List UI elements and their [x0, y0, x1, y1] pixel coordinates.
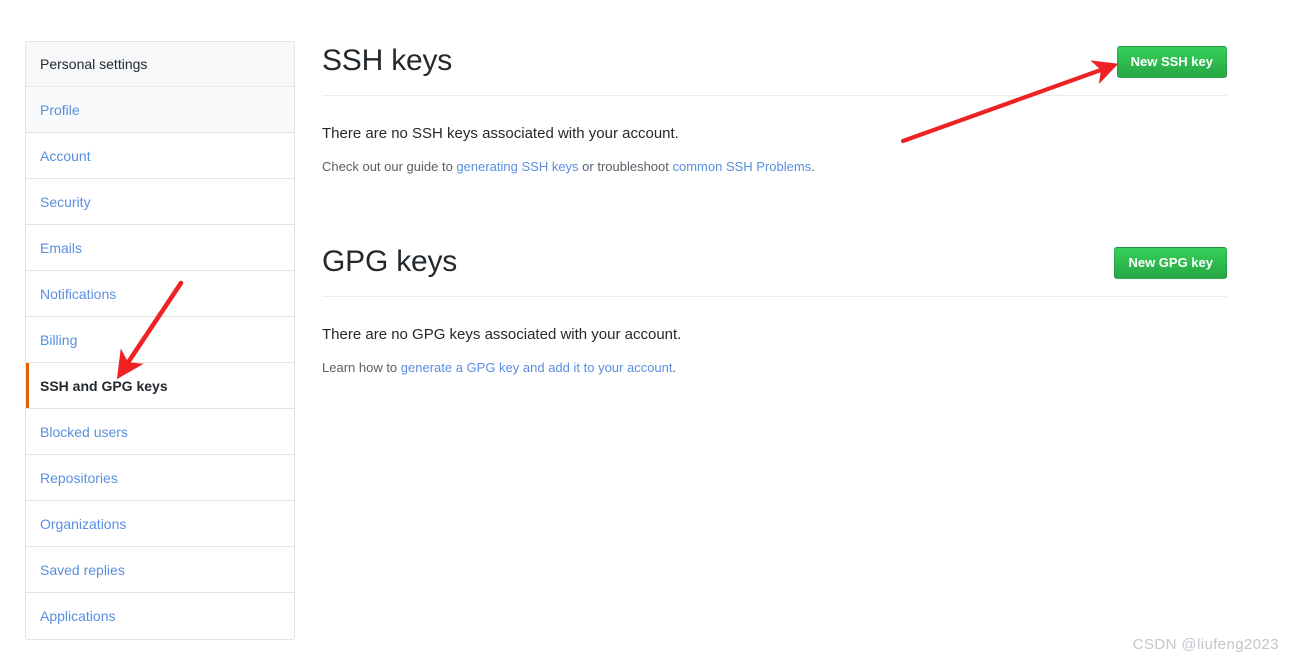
ssh-page-title: SSH keys	[322, 44, 453, 77]
main-content: SSH keys New SSH key There are no SSH ke…	[322, 41, 1227, 377]
settings-sidebar: Personal settings Profile Account Security…	[25, 41, 295, 640]
sidebar-item-repositories[interactable]: Repositories	[26, 455, 294, 501]
gpg-help-text: Learn how to generate a GPG key and add …	[322, 359, 1227, 377]
sidebar-item-blocked-users[interactable]: Blocked users	[26, 409, 294, 455]
ssh-help-middle: or troubleshoot	[578, 159, 673, 174]
ssh-help-prefix: Check out our guide to	[322, 159, 457, 174]
sidebar-item-account[interactable]: Account	[26, 133, 294, 179]
ssh-section-header: SSH keys New SSH key	[322, 41, 1227, 91]
sidebar-item-emails[interactable]: Emails	[26, 225, 294, 271]
sidebar-item-security[interactable]: Security	[26, 179, 294, 225]
gpg-page-title: GPG keys	[322, 245, 458, 278]
gpg-keys-section: GPG keys New GPG key There are no GPG ke…	[322, 242, 1227, 377]
common-ssh-problems-link[interactable]: common SSH Problems	[673, 159, 812, 174]
page-root: Personal settings Profile Account Security…	[0, 0, 1297, 665]
sidebar-item-notifications[interactable]: Notifications	[26, 271, 294, 317]
new-gpg-key-button[interactable]: New GPG key	[1114, 247, 1227, 279]
ssh-help-suffix: .	[811, 159, 815, 174]
generate-gpg-key-link[interactable]: generate a GPG key and add it to your ac…	[401, 360, 673, 375]
csdn-watermark: CSDN @liufeng2023	[1132, 636, 1279, 653]
sidebar-item-saved-replies[interactable]: Saved replies	[26, 547, 294, 593]
sidebar-item-applications[interactable]: Applications	[26, 593, 294, 639]
sidebar-item-billing[interactable]: Billing	[26, 317, 294, 363]
gpg-help-suffix: .	[672, 360, 677, 375]
gpg-empty-message: There are no GPG keys associated with yo…	[322, 326, 682, 343]
gpg-section-divider	[322, 296, 1227, 297]
ssh-keys-section: SSH keys New SSH key There are no SSH ke…	[322, 41, 1227, 176]
sidebar-item-profile[interactable]: Profile	[26, 87, 294, 133]
ssh-section-divider	[322, 95, 1227, 96]
new-ssh-key-button[interactable]: New SSH key	[1116, 46, 1227, 78]
sidebar-header: Personal settings	[26, 42, 294, 87]
gpg-section-header: GPG keys New GPG key	[322, 242, 1227, 292]
generating-ssh-keys-link[interactable]: generating SSH keys	[456, 159, 578, 174]
gpg-help-prefix: Learn how to	[322, 360, 401, 375]
sidebar-item-organizations[interactable]: Organizations	[26, 501, 294, 547]
sidebar-item-ssh-and-gpg-keys[interactable]: SSH and GPG keys	[26, 363, 294, 409]
ssh-help-text: Check out our guide to generating SSH ke…	[322, 158, 1227, 176]
ssh-empty-message: There are no SSH keys associated with yo…	[322, 125, 679, 142]
